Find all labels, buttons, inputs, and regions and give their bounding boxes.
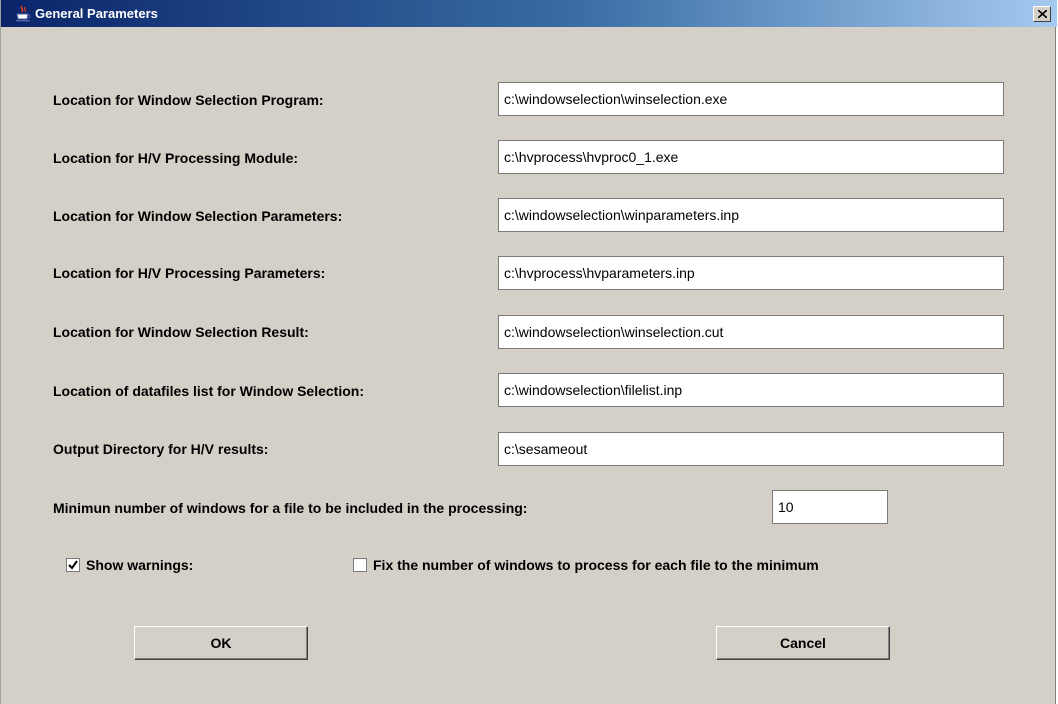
label-hv-processing-module: Location for H/V Processing Module: xyxy=(53,150,299,166)
close-icon xyxy=(1038,10,1047,18)
min-windows-field[interactable] xyxy=(772,490,888,524)
label-window-selection-parameters: Location for Window Selection Parameters… xyxy=(53,208,343,224)
label-min-windows: Minimun number of windows for a file to … xyxy=(53,500,528,516)
output-directory-field[interactable] xyxy=(498,432,1004,466)
fix-windows-label: Fix the number of windows to process for… xyxy=(373,557,819,573)
hv-processing-parameters-field[interactable] xyxy=(498,256,1004,290)
checkbox-box[interactable] xyxy=(353,558,367,572)
label-datafiles-list: Location of datafiles list for Window Se… xyxy=(53,383,365,399)
hv-processing-module-field[interactable] xyxy=(498,140,1004,174)
label-window-selection-result: Location for Window Selection Result: xyxy=(53,324,309,340)
java-cup-icon xyxy=(15,5,31,22)
title-bar[interactable]: General Parameters xyxy=(1,0,1057,27)
fix-windows-checkbox[interactable]: Fix the number of windows to process for… xyxy=(353,555,819,575)
show-warnings-label: Show warnings: xyxy=(86,557,194,573)
show-warnings-checkbox[interactable]: Show warnings: xyxy=(66,555,193,575)
label-output-directory: Output Directory for H/V results: xyxy=(53,441,269,457)
window-title: General Parameters xyxy=(35,6,158,21)
checkmark-icon xyxy=(68,560,78,570)
label-window-selection-program: Location for Window Selection Program: xyxy=(53,92,324,108)
window-selection-parameters-field[interactable] xyxy=(498,198,1004,232)
ok-button[interactable]: OK xyxy=(134,626,308,660)
general-parameters-dialog: General Parameters Location for Window S… xyxy=(0,0,1057,704)
cancel-button[interactable]: Cancel xyxy=(716,626,890,660)
label-hv-processing-parameters: Location for H/V Processing Parameters: xyxy=(53,265,326,281)
datafiles-list-field[interactable] xyxy=(498,373,1004,407)
window-selection-result-field[interactable] xyxy=(498,315,1004,349)
checkbox-box[interactable] xyxy=(66,558,80,572)
window-selection-program-field[interactable] xyxy=(498,82,1004,116)
close-button[interactable] xyxy=(1033,6,1051,22)
